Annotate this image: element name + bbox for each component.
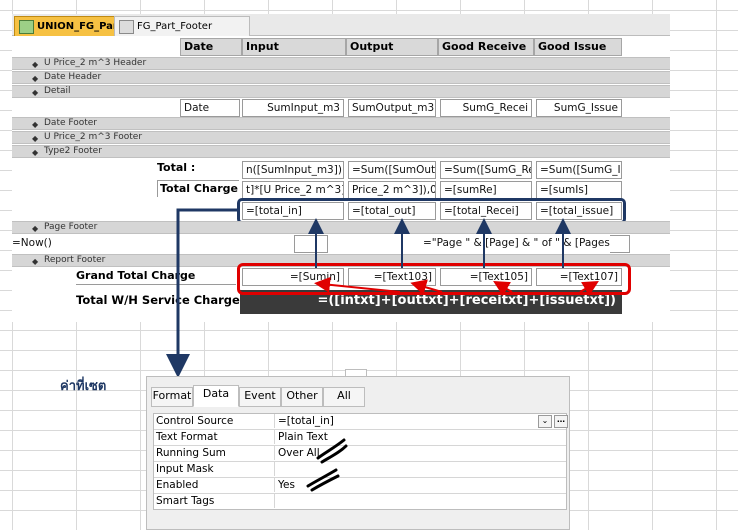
check-mark-enabled — [306, 468, 340, 492]
check-mark-running-sum — [316, 438, 348, 464]
handwritten-check-marks — [306, 438, 348, 492]
